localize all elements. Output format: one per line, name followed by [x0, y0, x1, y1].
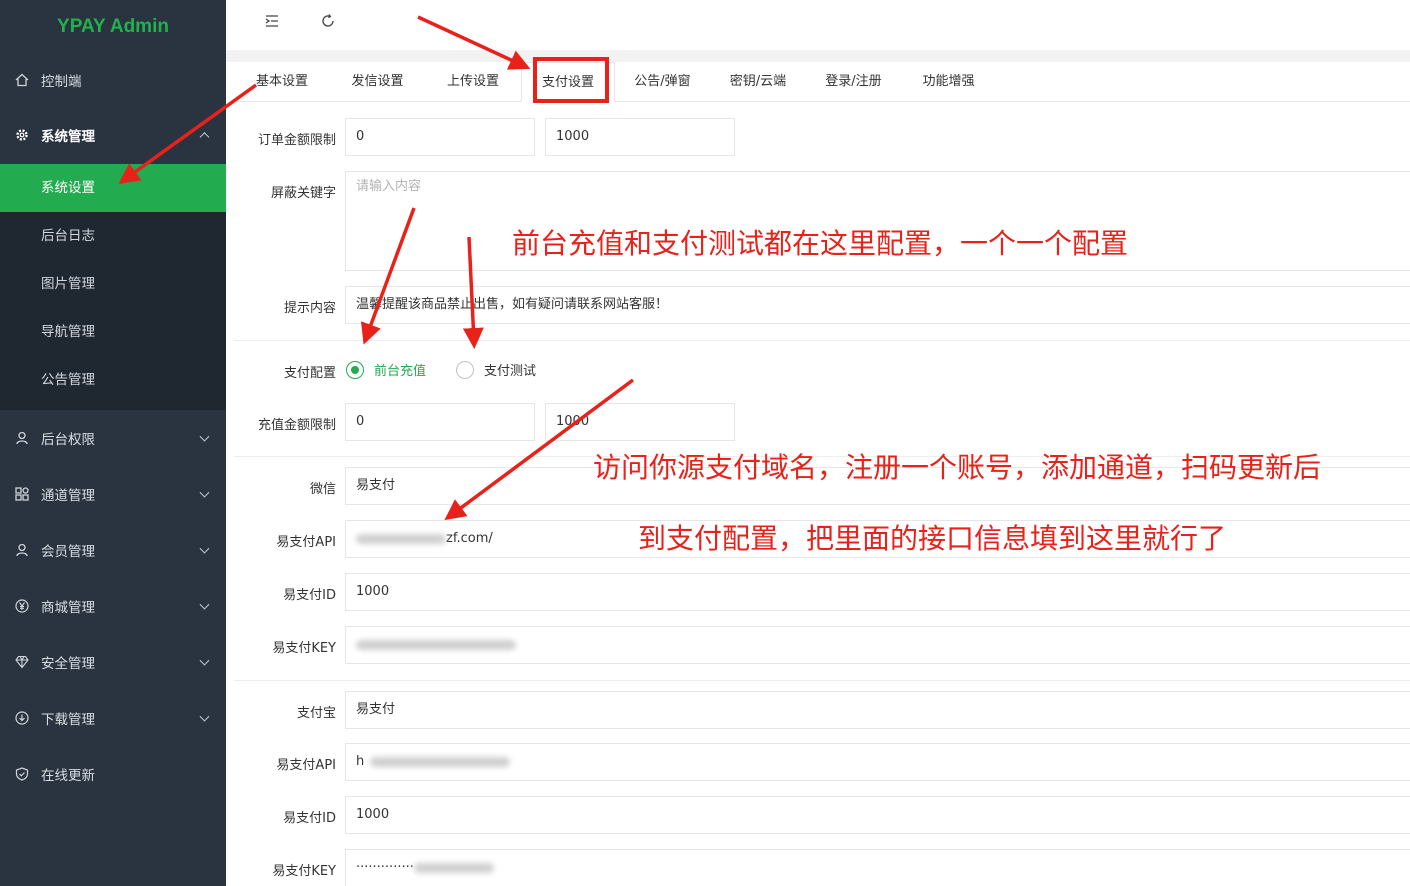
wechat-label: 微信: [309, 482, 336, 497]
annotation-note-1: 前台充值和支付测试都在这里配置，一个一个配置: [512, 227, 1129, 260]
sidebar-item-system-settings[interactable]: 系统设置: [0, 164, 226, 212]
sidebar-item-members[interactable]: 会员管理: [0, 522, 226, 578]
sidebar-item-shop[interactable]: 商城管理: [0, 578, 226, 634]
keywords-placeholder: 请输入内容: [356, 179, 422, 194]
radio-label: 支付测试: [484, 364, 537, 379]
tab-keys[interactable]: 密钥/云端: [710, 62, 806, 102]
chevron-up-icon: [199, 132, 210, 143]
sidebar-item-label: 后台权限: [41, 432, 95, 448]
alipay-api-value: h: [356, 754, 365, 769]
tab-login[interactable]: 登录/注册: [806, 62, 901, 102]
pay-config-label: 支付配置: [283, 366, 336, 381]
wechat-api-value: zf.com/: [446, 531, 493, 546]
sidebar-item-label: 安全管理: [41, 656, 95, 672]
alipay-label: 支付宝: [296, 706, 336, 721]
radio-circle: [346, 360, 364, 379]
tab-mail[interactable]: 发信设置: [330, 62, 425, 102]
alipay-id-input[interactable]: 1000: [345, 796, 1410, 834]
annotation-note-3: 到支付配置，把里面的接口信息填到这里就行了: [638, 522, 1227, 555]
header-divider: [226, 50, 1410, 62]
sidebar: YPAY Admin 控制端 系统管理 系统设置 后台日志 图片管理 导航管理 …: [0, 0, 226, 886]
sidebar-item-label: 系统管理: [41, 129, 95, 145]
chevron-down-icon: [199, 655, 210, 666]
submenu-system: 系统设置 后台日志 图片管理 导航管理 公告管理: [0, 164, 226, 410]
tab-upload[interactable]: 上传设置: [425, 62, 521, 102]
sidebar-item-notices[interactable]: 公告管理: [0, 356, 226, 404]
sidebar-item-label: 在线更新: [41, 768, 95, 784]
refresh-icon[interactable]: [320, 13, 340, 33]
sidebar-item-images[interactable]: 图片管理: [0, 260, 226, 308]
alipay-key-input[interactable]: ··············: [345, 849, 1410, 886]
tab-features[interactable]: 功能增强: [901, 62, 996, 102]
wechat-id-label: 易支付ID: [283, 588, 336, 603]
highlight-box: [533, 57, 609, 103]
yen-icon: [15, 599, 29, 613]
home-icon: [15, 73, 29, 87]
recharge-max-input[interactable]: 1000: [545, 403, 735, 441]
sidebar-item-system[interactable]: 系统管理: [0, 106, 226, 164]
download-icon: [15, 711, 29, 725]
recharge-min-input[interactable]: 0: [345, 403, 535, 441]
tip-input[interactable]: 温馨提醒该商品禁止出售，如有疑问请联系网站客服！: [345, 286, 1410, 324]
chevron-down-icon: [199, 711, 210, 722]
tab-basic[interactable]: 基本设置: [234, 62, 330, 102]
wechat-api-label: 易支付API: [276, 535, 336, 550]
order-min-input[interactable]: 0: [345, 118, 535, 156]
sidebar-item-permissions[interactable]: 后台权限: [0, 410, 226, 466]
alipay-api-label: 易支付API: [276, 758, 336, 773]
redacted-blur: [413, 862, 494, 873]
shield-icon: [15, 767, 29, 781]
chevron-down-icon: [199, 431, 210, 442]
sidebar-item-downloads[interactable]: 下载管理: [0, 690, 226, 746]
redacted-blur: [356, 639, 516, 650]
sidebar-item-label: 控制端: [41, 74, 82, 90]
user-icon: [15, 543, 29, 557]
sidebar-item-admin-logs[interactable]: 后台日志: [0, 212, 226, 260]
sidebar-item-channels[interactable]: 通道管理: [0, 466, 226, 522]
chevron-down-icon: [199, 599, 210, 610]
radio-front-recharge[interactable]: 前台充值: [346, 360, 426, 379]
diamond-icon: [15, 655, 29, 669]
wechat-key-label: 易支付KEY: [272, 641, 336, 656]
order-limit-label: 订单金额限制: [257, 133, 336, 148]
brand-logo: YPAY Admin: [57, 16, 169, 37]
radio-pay-test[interactable]: 支付测试: [456, 360, 536, 379]
grid-icon: [15, 487, 29, 501]
tab-notice[interactable]: 公告/弹窗: [615, 62, 710, 102]
redacted-blur: [370, 756, 511, 767]
wechat-id-input[interactable]: 1000: [345, 573, 1410, 611]
sidebar-item-security[interactable]: 安全管理: [0, 634, 226, 690]
radio-label: 前台充值: [374, 364, 427, 379]
settings-tabs: 基本设置 发信设置 上传设置 支付设置 公告/弹窗 密钥/云端 登录/注册 功能…: [234, 62, 1410, 102]
sidebar-item-label: 商城管理: [41, 600, 95, 616]
chevron-down-icon: [199, 543, 210, 554]
order-max-input[interactable]: 1000: [545, 118, 735, 156]
top-header: [226, 0, 1410, 50]
chevron-down-icon: [199, 487, 210, 498]
annotation-note-2: 访问你源支付域名，注册一个账号，添加通道，扫码更新后: [593, 451, 1322, 484]
alipay-id-label: 易支付ID: [283, 811, 336, 826]
alipay-key-value: ··············: [356, 860, 414, 875]
keywords-label: 屏蔽关键字: [270, 186, 336, 201]
tip-label: 提示内容: [283, 301, 336, 316]
recharge-limit-label: 充值金额限制: [257, 418, 336, 433]
section-divider: [234, 340, 1410, 341]
radio-circle: [456, 360, 474, 379]
gear-icon: [15, 128, 29, 142]
sidebar-item-label: 下载管理: [41, 712, 95, 728]
sidebar-item-label: 会员管理: [41, 544, 95, 560]
alipay-key-label: 易支付KEY: [272, 864, 336, 879]
redacted-blur: [356, 533, 446, 544]
wechat-key-input[interactable]: [345, 626, 1410, 664]
alipay-api-input[interactable]: h: [345, 743, 1410, 781]
sidebar-item-label: 通道管理: [41, 488, 95, 504]
sidebar-item-navigation[interactable]: 导航管理: [0, 308, 226, 356]
section-divider: [234, 680, 1410, 681]
menu-fold-icon[interactable]: [264, 13, 284, 33]
alipay-channel-input[interactable]: 易支付: [345, 691, 1410, 729]
sidebar-item-console[interactable]: 控制端: [0, 54, 226, 106]
sidebar-item-update[interactable]: 在线更新: [0, 746, 226, 802]
user-icon: [15, 431, 29, 445]
